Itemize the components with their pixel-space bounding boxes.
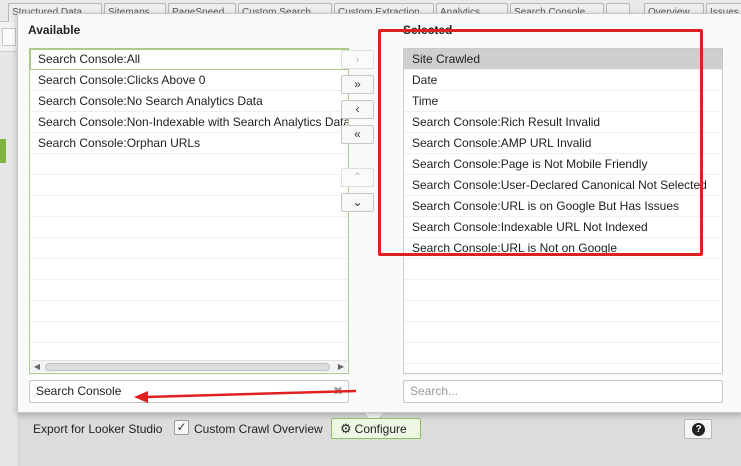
configure-label: Configure (354, 422, 407, 436)
help-icon: ? (692, 423, 705, 436)
export-looker-studio-label: Export for Looker Studio (33, 422, 163, 436)
help-button[interactable]: ? (684, 419, 712, 439)
annotation-arrow (134, 389, 357, 403)
gear-icon: ⚙ (340, 421, 352, 436)
custom-crawl-overview-label: Custom Crawl Overview (194, 422, 323, 436)
export-looker-studio-checkbox[interactable]: ✓ (174, 420, 189, 435)
configure-button[interactable]: ⚙ Configure (331, 418, 421, 439)
